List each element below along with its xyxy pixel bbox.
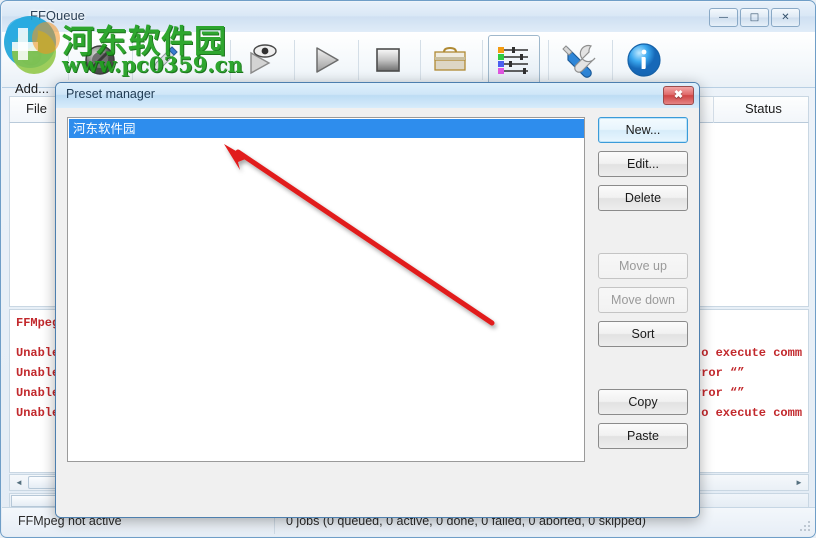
scroll-left-arrow-icon[interactable]: ◄: [11, 476, 27, 489]
play-icon: [316, 47, 339, 73]
toolbar-add-button[interactable]: [10, 35, 62, 85]
minimize-icon: —: [718, 12, 729, 23]
title-bar: FFQueue — □ ✕: [2, 2, 815, 32]
preview-eye-play-icon: [250, 44, 277, 75]
toolbar-stop-button[interactable]: [362, 35, 414, 85]
copy-button[interactable]: Copy: [598, 389, 688, 415]
toolbar-start-button[interactable]: [300, 35, 352, 85]
log-line: Unable: [16, 386, 60, 400]
column-header-status[interactable]: Status: [745, 101, 782, 116]
resize-grip-icon[interactable]: [799, 521, 811, 533]
dialog-body: 河东软件园 New... Edit... Delete Move up Move…: [56, 108, 699, 517]
toolbar-tools-button[interactable]: [554, 35, 606, 85]
preset-list[interactable]: 河东软件园: [67, 117, 585, 462]
log-line-tail: to execute comm: [694, 406, 803, 420]
dialog-title: Preset manager: [66, 87, 155, 101]
log-line: Unable: [16, 406, 60, 420]
wrench-screwdriver-icon: [562, 44, 596, 78]
window-title: FFQueue: [30, 8, 85, 23]
log-line-tail: rror “”: [694, 366, 745, 380]
move-down-button: Move down: [598, 287, 688, 313]
dialog-close-button[interactable]: ✖: [663, 86, 694, 105]
delete-preset-button[interactable]: Delete: [598, 185, 688, 211]
pencil-icon: [152, 46, 178, 72]
log-line: FFMpeg: [16, 316, 60, 330]
info-icon: [627, 43, 661, 77]
preset-manager-dialog: Preset manager ✖ 河东软件园 New... Edit... De…: [55, 82, 700, 518]
close-icon: ✕: [781, 12, 790, 23]
log-line-tail: rror “”: [694, 386, 745, 400]
toolbar: [2, 32, 815, 88]
toolbar-presets-button[interactable]: [488, 35, 540, 85]
edit-preset-button[interactable]: Edit...: [598, 151, 688, 177]
add-icon: [20, 44, 42, 66]
maximize-button[interactable]: □: [740, 8, 769, 27]
close-button[interactable]: ✕: [771, 8, 800, 27]
log-line: Unable: [16, 366, 60, 380]
dialog-title-bar: Preset manager ✖: [56, 83, 699, 109]
column-divider: [713, 97, 714, 123]
stop-icon: [376, 48, 400, 72]
minimize-button[interactable]: —: [709, 8, 738, 27]
paste-button[interactable]: Paste: [598, 423, 688, 449]
column-header-file[interactable]: File: [26, 101, 47, 116]
add-label[interactable]: Add...: [15, 81, 49, 96]
close-icon: ✖: [673, 89, 684, 101]
log-line: Unable: [16, 346, 60, 360]
preset-list-item-selected[interactable]: 河东软件园: [69, 119, 584, 138]
toolbar-toolbox-button[interactable]: [424, 35, 476, 85]
move-up-button: Move up: [598, 253, 688, 279]
maximize-icon: □: [749, 12, 760, 23]
toolbar-preview-button[interactable]: [236, 35, 288, 85]
toolbar-remove-button[interactable]: [74, 35, 126, 85]
log-line-tail: to execute comm: [694, 346, 803, 360]
toolbox-icon: [434, 46, 466, 71]
remove-circle-icon: [85, 45, 115, 75]
sliders-icon: [498, 47, 528, 74]
scroll-right-arrow-icon[interactable]: ►: [791, 476, 807, 489]
toolbar-info-button[interactable]: [618, 35, 670, 85]
sort-button[interactable]: Sort: [598, 321, 688, 347]
toolbar-edit-button[interactable]: [138, 35, 190, 85]
new-preset-button[interactable]: New...: [598, 117, 688, 143]
